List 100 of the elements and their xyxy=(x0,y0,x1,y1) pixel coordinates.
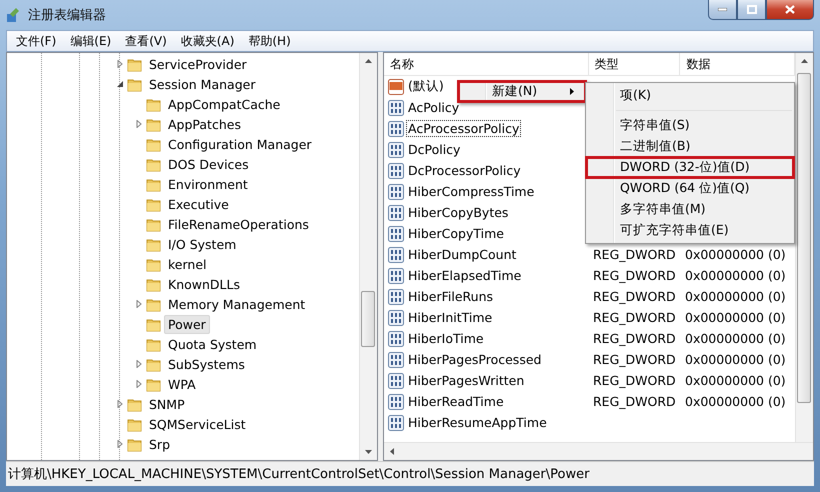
binary-value-icon xyxy=(388,288,404,304)
tree-item[interactable]: Srp xyxy=(145,434,174,454)
tree-item[interactable]: ServiceProvider xyxy=(145,54,251,74)
tree-item[interactable]: Memory Management xyxy=(164,294,310,314)
menu-option[interactable]: 二进制值(B) xyxy=(586,136,794,157)
menu-option[interactable]: DWORD (32-位)值(D) xyxy=(586,157,794,178)
value-name[interactable]: HiberPagesProcessed xyxy=(406,351,544,368)
app-icon xyxy=(6,7,22,23)
collapsed-triangle-icon[interactable] xyxy=(116,60,124,68)
binary-value-icon xyxy=(388,414,404,430)
value-data: 0x00000000 (0) xyxy=(685,247,786,262)
maximize-button[interactable] xyxy=(737,0,766,20)
value-name[interactable]: HiberIoTime xyxy=(406,330,486,347)
menu-option[interactable]: 多字符串值(M) xyxy=(586,199,794,220)
tree-item[interactable]: Environment xyxy=(164,174,252,194)
scroll-down-icon[interactable] xyxy=(365,450,372,454)
scroll-up-icon[interactable] xyxy=(801,59,808,63)
column-header[interactable]: 名称 xyxy=(384,53,588,75)
value-type: REG_DWORD xyxy=(593,352,676,367)
tree-item[interactable]: DOS Devices xyxy=(164,154,253,174)
binary-value-icon xyxy=(388,246,404,262)
tree-item[interactable]: Executive xyxy=(164,194,233,214)
value-name[interactable]: HiberElapsedTime xyxy=(406,267,524,284)
menu-item[interactable]: 收藏夹(A) xyxy=(180,32,234,50)
scroll-left-icon[interactable] xyxy=(390,448,394,455)
menu-item[interactable]: 查看(V) xyxy=(125,32,167,50)
binary-value-icon xyxy=(388,372,404,388)
tree-item[interactable]: kernel xyxy=(164,254,210,274)
binary-value-icon xyxy=(388,184,404,200)
folder-icon xyxy=(146,376,162,392)
tree-item[interactable]: Configuration Manager xyxy=(164,134,316,154)
menu-option[interactable]: 字符串值(S) xyxy=(586,115,794,136)
collapsed-triangle-icon[interactable] xyxy=(116,400,124,408)
folder-icon xyxy=(146,296,162,312)
folder-icon xyxy=(146,276,162,292)
value-type: REG_DWORD xyxy=(593,394,676,409)
value-name[interactable]: HiberDumpCount xyxy=(406,246,518,263)
menu-option[interactable]: QWORD (64 位)值(Q) xyxy=(586,178,794,199)
value-type: REG_DWORD xyxy=(593,268,676,283)
folder-icon xyxy=(146,336,162,352)
value-name[interactable]: HiberFileRuns xyxy=(406,288,496,305)
maximize-icon xyxy=(746,5,756,14)
tree-item[interactable]: SQMServiceList xyxy=(145,414,250,434)
minimize-button[interactable] xyxy=(708,0,737,20)
folder-icon xyxy=(127,416,143,432)
value-name[interactable]: HiberReadTime xyxy=(406,393,506,410)
tree-item[interactable]: I/O System xyxy=(164,234,240,254)
folder-icon xyxy=(146,136,162,152)
tree-item[interactable]: AppCompatCache xyxy=(164,94,284,114)
column-header[interactable]: 类型 xyxy=(588,53,680,75)
folder-icon xyxy=(146,316,162,332)
binary-value-icon xyxy=(388,310,404,326)
value-name[interactable]: AcPolicy xyxy=(406,99,462,116)
collapsed-triangle-icon[interactable] xyxy=(135,380,143,388)
tree-item[interactable]: Session Manager xyxy=(145,74,260,94)
menu-option[interactable]: 可扩充字符串值(E) xyxy=(586,220,794,241)
tree-item[interactable]: Power xyxy=(164,314,210,334)
minimize-icon xyxy=(718,8,727,11)
collapsed-triangle-icon[interactable] xyxy=(135,360,143,368)
tree-item[interactable]: Quota System xyxy=(164,334,261,354)
collapsed-triangle-icon[interactable] xyxy=(135,120,143,128)
close-button[interactable] xyxy=(766,0,814,20)
value-name[interactable]: AcProcessorPolicy xyxy=(406,120,522,137)
menu-item[interactable]: 帮助(H) xyxy=(248,32,291,50)
value-name[interactable]: HiberCopyBytes xyxy=(406,204,510,221)
scroll-thumb[interactable] xyxy=(361,291,375,347)
binary-value-icon xyxy=(388,100,404,116)
value-name[interactable]: (默认) xyxy=(406,77,446,96)
horizontal-scrollbar[interactable] xyxy=(384,442,813,460)
menu-item[interactable]: 编辑(E) xyxy=(70,32,112,50)
scroll-thumb[interactable] xyxy=(797,73,811,403)
scrollbar[interactable] xyxy=(795,53,813,442)
scrollbar[interactable] xyxy=(359,53,377,460)
tree-item[interactable]: WPA xyxy=(164,374,200,394)
value-name[interactable]: HiberResumeAppTime xyxy=(406,414,549,431)
tree-item[interactable]: SNMP xyxy=(145,394,189,414)
folder-icon xyxy=(127,56,143,72)
scroll-up-icon[interactable] xyxy=(365,59,372,63)
value-data: 0x00000000 (0) xyxy=(685,394,786,409)
window-title: 注册表编辑器 xyxy=(28,7,106,24)
collapsed-triangle-icon[interactable] xyxy=(116,440,124,448)
tree-item[interactable]: SubSystems xyxy=(164,354,249,374)
menu-item[interactable]: 文件(F) xyxy=(16,32,56,50)
tree-item[interactable]: AppPatches xyxy=(164,114,245,134)
collapsed-triangle-icon[interactable] xyxy=(135,300,143,308)
value-name[interactable]: DcPolicy xyxy=(406,141,462,158)
expanded-triangle-icon[interactable] xyxy=(116,80,124,88)
tree-item[interactable]: KnownDLLs xyxy=(164,274,244,294)
folder-icon xyxy=(146,236,162,252)
menu-option[interactable]: 新建(N) xyxy=(458,81,586,102)
value-name[interactable]: HiberPagesWritten xyxy=(406,372,526,389)
value-name[interactable]: DcProcessorPolicy xyxy=(406,162,523,179)
value-data: 0x00000000 (0) xyxy=(685,331,786,346)
value-name[interactable]: HiberCompressTime xyxy=(406,183,536,200)
value-name[interactable]: HiberCopyTime xyxy=(406,225,506,242)
folder-icon xyxy=(146,96,162,112)
value-name[interactable]: HiberInitTime xyxy=(406,309,494,326)
menu-option[interactable]: 项(K) xyxy=(586,85,794,106)
tree-item[interactable]: FileRenameOperations xyxy=(164,214,313,234)
folder-icon xyxy=(146,196,162,212)
